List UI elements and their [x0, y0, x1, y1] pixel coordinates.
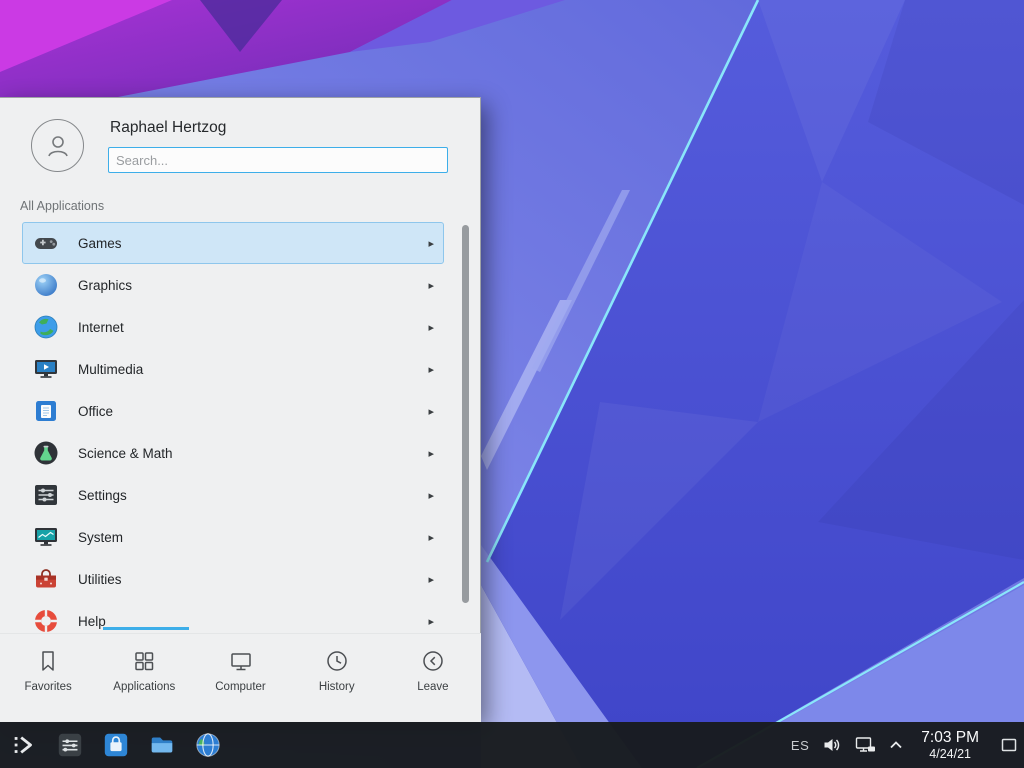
scrollbar-thumb[interactable] — [462, 225, 469, 603]
submenu-arrow-icon: ▸ — [428, 447, 434, 460]
settings-sliders-icon — [32, 481, 60, 509]
science-flask-icon — [32, 439, 60, 467]
scrollbar[interactable] — [462, 225, 469, 629]
web-browser-icon[interactable] — [193, 730, 223, 760]
history-clock-icon — [324, 648, 350, 674]
search-input[interactable] — [108, 147, 448, 173]
network-icon[interactable] — [855, 736, 876, 755]
category-label: Multimedia — [78, 362, 143, 377]
expand-tray-icon[interactable] — [889, 740, 903, 750]
submenu-arrow-icon: ▸ — [428, 363, 434, 376]
system-settings-icon[interactable] — [55, 730, 85, 760]
discover-icon[interactable] — [101, 730, 131, 760]
active-tab-indicator — [103, 627, 189, 630]
submenu-arrow-icon: ▸ — [428, 321, 434, 334]
tab-favorites[interactable]: Favorites — [0, 634, 96, 722]
category-label: Office — [78, 404, 113, 419]
tab-leave[interactable]: Leave — [385, 634, 481, 722]
show-desktop-icon — [1001, 737, 1017, 753]
app-launcher-icon[interactable] — [9, 730, 39, 760]
category-utilities[interactable]: Utilities ▸ — [22, 558, 444, 600]
app-grid-icon — [131, 648, 157, 674]
computer-monitor-icon — [228, 648, 254, 674]
category-graphics[interactable]: Graphics ▸ — [22, 264, 444, 306]
submenu-arrow-icon: ▸ — [428, 615, 434, 628]
clock-date: 4/24/21 — [921, 747, 979, 761]
category-label: Games — [78, 236, 122, 251]
category-label: System — [78, 530, 123, 545]
submenu-arrow-icon: ▸ — [428, 279, 434, 292]
category-label: Graphics — [78, 278, 132, 293]
clock-time: 7:03 PM — [921, 729, 979, 746]
user-name: Raphael Hertzog — [110, 119, 226, 137]
category-label: Internet — [78, 320, 124, 335]
file-manager-icon[interactable] — [147, 730, 177, 760]
tab-label: Computer — [215, 681, 266, 693]
category-multimedia[interactable]: Multimedia ▸ — [22, 348, 444, 390]
submenu-arrow-icon: ▸ — [428, 531, 434, 544]
clock[interactable]: 7:03 PM 4/24/21 — [921, 729, 979, 760]
multimedia-monitor-icon — [32, 355, 60, 383]
gamepad-icon — [32, 229, 60, 257]
category-science-math[interactable]: Science & Math ▸ — [22, 432, 444, 474]
taskbar: ES 7:03 PM 4/24/21 — [0, 722, 1024, 768]
toolbox-icon — [32, 565, 60, 593]
system-tray: ES 7:03 PM 4/24/21 — [791, 722, 1024, 768]
category-settings[interactable]: Settings ▸ — [22, 474, 444, 516]
tab-history[interactable]: History — [289, 634, 385, 722]
category-internet[interactable]: Internet ▸ — [22, 306, 444, 348]
tab-label: Applications — [113, 681, 175, 693]
submenu-arrow-icon: ▸ — [428, 489, 434, 502]
section-label: All Applications — [20, 199, 104, 213]
category-label: Settings — [78, 488, 127, 503]
system-monitor-icon — [32, 523, 60, 551]
submenu-arrow-icon: ▸ — [428, 573, 434, 586]
bookmark-icon — [35, 648, 61, 674]
user-avatar[interactable] — [31, 119, 84, 172]
keyboard-layout-indicator[interactable]: ES — [791, 738, 809, 753]
category-help[interactable]: Help ▸ — [22, 600, 444, 633]
category-system[interactable]: System ▸ — [22, 516, 444, 558]
category-label: Utilities — [78, 572, 122, 587]
category-label: Science & Math — [78, 446, 173, 461]
tab-label: Leave — [417, 681, 448, 693]
tab-computer[interactable]: Computer — [192, 634, 288, 722]
tab-applications[interactable]: Applications — [96, 634, 192, 722]
graphics-sphere-icon — [32, 271, 60, 299]
category-label: Help — [78, 614, 106, 629]
show-desktop-button[interactable] — [997, 722, 1021, 768]
globe-icon — [32, 313, 60, 341]
leave-icon — [420, 648, 446, 674]
launcher-footer: Favorites Applications Computer History … — [0, 633, 481, 722]
application-launcher: Raphael Hertzog All Applications Games ▸… — [0, 97, 481, 721]
category-games[interactable]: Games ▸ — [22, 222, 444, 264]
category-office[interactable]: Office ▸ — [22, 390, 444, 432]
user-icon — [43, 131, 73, 161]
office-document-icon — [32, 397, 60, 425]
submenu-arrow-icon: ▸ — [428, 237, 434, 250]
category-list: Games ▸ Graphics ▸ Internet ▸ — [0, 222, 481, 633]
taskbar-launchers — [0, 730, 223, 760]
volume-icon[interactable] — [822, 735, 842, 755]
help-lifebuoy-icon — [32, 607, 60, 633]
tab-label: History — [319, 681, 355, 693]
submenu-arrow-icon: ▸ — [428, 405, 434, 418]
tab-label: Favorites — [24, 681, 71, 693]
